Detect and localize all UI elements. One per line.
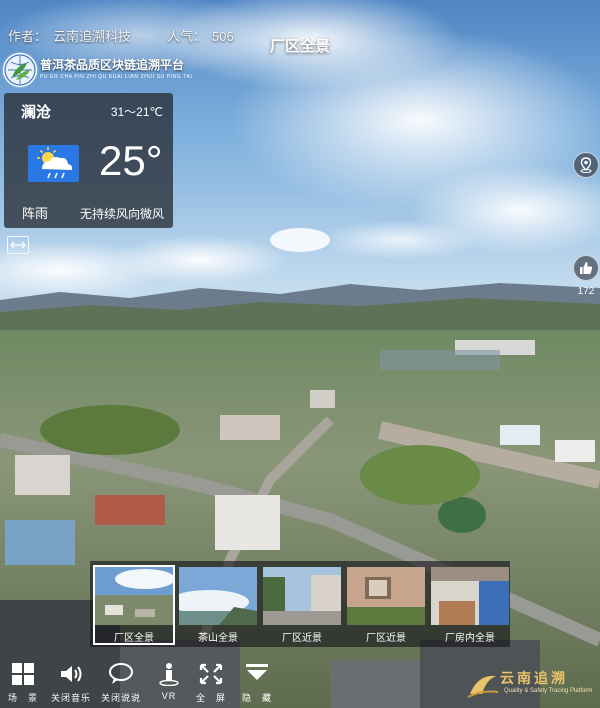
scene-thumbnail[interactable]: 茶山全景	[179, 567, 257, 644]
vr-button-label: VR	[161, 691, 177, 701]
platform-name: 普洱茶品质区块链追溯平台	[40, 58, 185, 72]
brand-tagline: Quality & Safety Tracing Platform	[504, 688, 593, 694]
music-toggle-label: 关闭音乐	[50, 693, 91, 703]
hide-icon	[244, 662, 270, 686]
bottom-toolbar: 场 景 关闭音乐 关闭说说 VR 全 屏 隐 藏	[0, 658, 280, 708]
cloud-sun-rain-icon	[28, 145, 79, 182]
comments-toggle-button[interactable]: 关闭说说	[96, 658, 146, 708]
like-count: 172	[577, 286, 595, 297]
scene-thumbnail-label: 厂区近景	[366, 633, 406, 644]
hide-ui-button[interactable]: 隐 藏	[234, 658, 280, 708]
chat-bubble-icon	[108, 662, 134, 686]
scene-thumbnail[interactable]: 厂房内全景	[431, 567, 509, 644]
scene-thumbnail[interactable]: 厂区近景	[263, 567, 341, 644]
globe-logo-icon	[2, 52, 38, 88]
weather-temp-range: 31～21℃	[110, 105, 163, 119]
scene-thumbnail-image	[263, 567, 341, 625]
scene-thumbnail-strip: 厂区全景 茶山全景 厂区近景 厂区近景 厂房内全景	[90, 561, 510, 647]
platform-subtitle: PU ER CHA PIN ZHI QU KUAI LIAN ZHUI SU P…	[40, 74, 193, 80]
thumbs-up-icon	[580, 262, 593, 274]
like-button[interactable]	[573, 255, 599, 281]
scene-thumbnail-label: 茶山全景	[198, 633, 238, 644]
scene-thumbnail-label: 厂区全景	[114, 633, 154, 644]
hide-ui-button-label: 隐 藏	[241, 693, 272, 703]
brand-watermark: 云南追溯 Quality & Safety Tracing Platform	[466, 668, 600, 702]
scenes-button-label: 场 景	[7, 693, 38, 703]
platform-logo: 普洱茶品质区块链追溯平台 PU ER CHA PIN ZHI QU KUAI L…	[2, 52, 202, 90]
location-pin-icon	[580, 157, 592, 173]
scene-thumbnail[interactable]: 厂区全景	[93, 565, 175, 645]
vr-button[interactable]: VR	[146, 658, 192, 708]
brand-name: 云南追溯	[500, 670, 568, 686]
comments-toggle-label: 关闭说说	[100, 693, 141, 703]
vr-person-icon	[156, 662, 182, 687]
fullscreen-button[interactable]: 全 屏	[188, 658, 234, 708]
scene-thumbnail-label: 厂区近景	[282, 633, 322, 644]
scene-thumbnail-image	[431, 567, 509, 625]
speaker-icon	[58, 662, 84, 686]
fullscreen-icon	[198, 662, 224, 686]
expand-arrows-icon[interactable]	[7, 236, 29, 254]
location-pin-button[interactable]	[573, 152, 599, 178]
weather-city: 澜沧	[21, 104, 52, 121]
scene-thumbnail-image	[179, 567, 257, 625]
scenes-button[interactable]: 场 景	[0, 658, 46, 708]
weather-temperature: 25°	[99, 137, 163, 184]
scene-thumbnail[interactable]: 厂区近景	[347, 567, 425, 644]
grid-icon	[10, 662, 36, 686]
scene-thumbnail-image	[95, 567, 173, 625]
weather-panel: 澜沧 31～21℃ 25° 阵雨 无持续风向微风	[4, 93, 173, 228]
weather-condition: 阵雨	[22, 206, 49, 221]
brand-logo-icon	[466, 670, 500, 700]
scene-thumbnail-label: 厂房内全景	[445, 633, 495, 644]
weather-wind: 无持续风向微风	[79, 207, 164, 221]
music-toggle-button[interactable]: 关闭音乐	[46, 658, 96, 708]
scene-thumbnail-image	[347, 567, 425, 625]
fullscreen-button-label: 全 屏	[195, 693, 226, 703]
